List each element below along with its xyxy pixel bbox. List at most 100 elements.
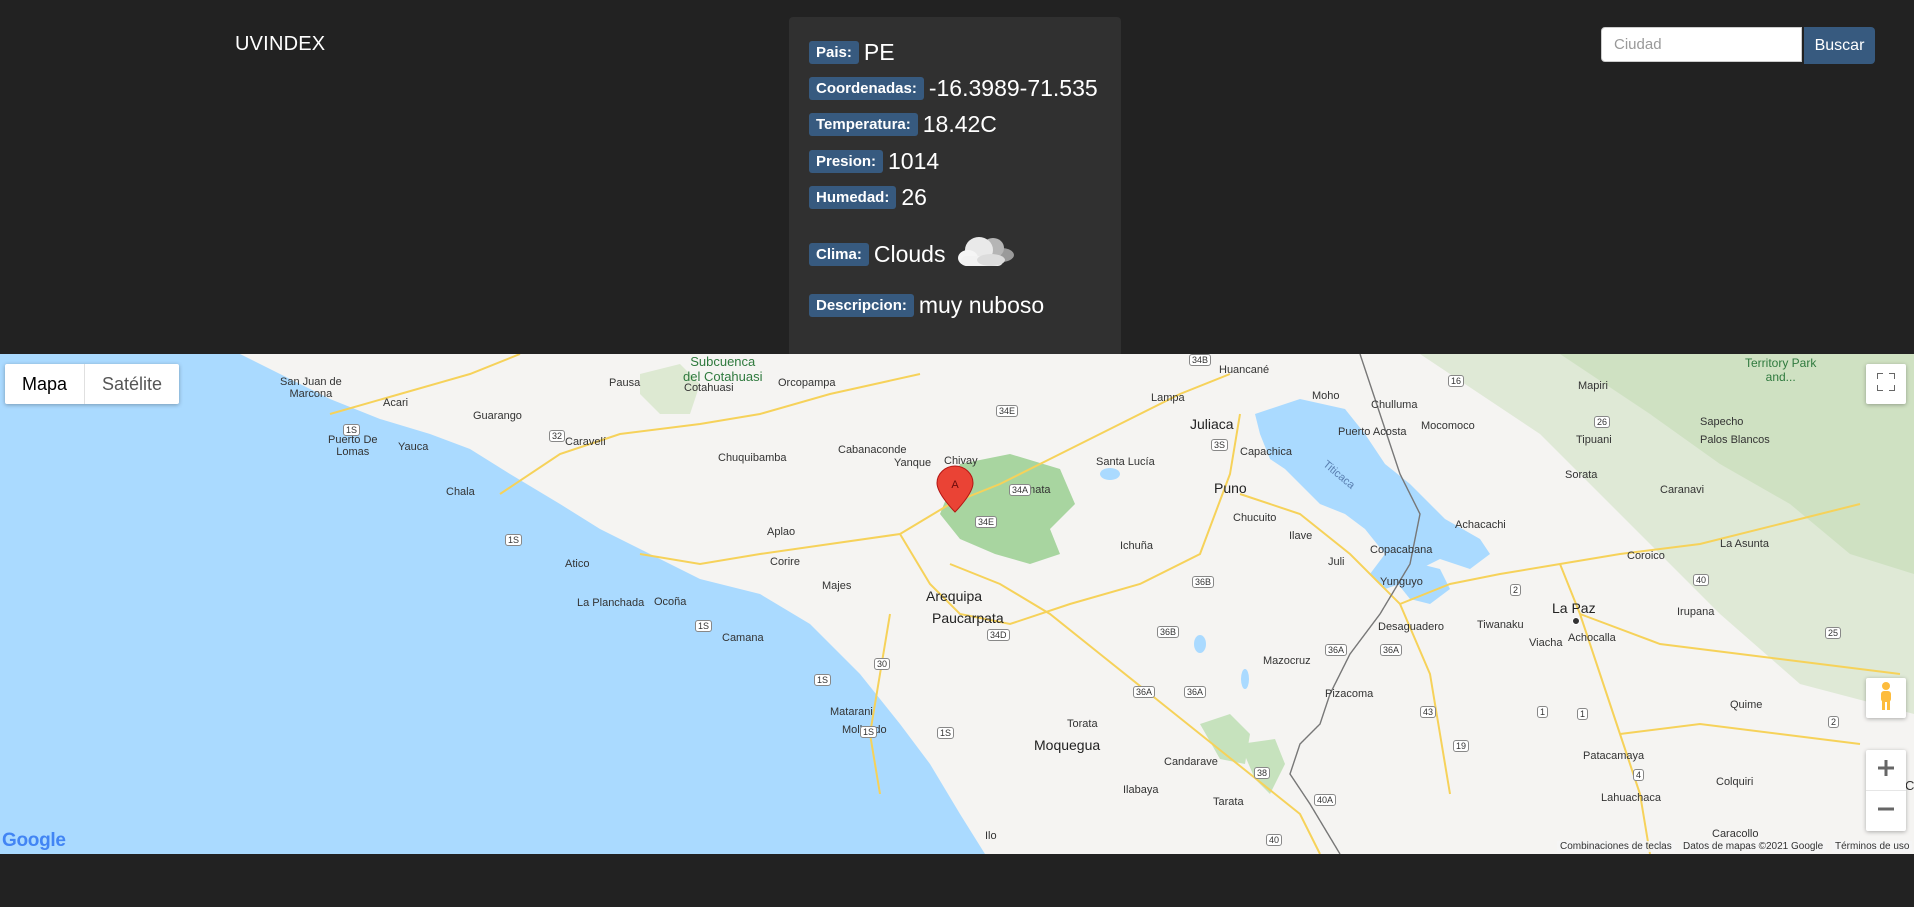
road-shield: 38 [1254,767,1271,779]
brand-title[interactable]: UVINDEX [235,33,325,56]
weather-panel: Pais: PE Coordenadas: -16.3989-71.535 Te… [789,17,1121,357]
search-button[interactable]: Buscar [1804,27,1875,64]
map-view[interactable]: A Arequipa Paucarpata La Paz Puno Juliac… [0,354,1914,854]
place-coroico: Coroico [1627,550,1665,562]
road-shield: 40A [1314,794,1337,806]
place-camana: Camana [722,632,764,644]
place-mapiri: Mapiri [1578,380,1608,392]
place-achacachi: Achacachi [1455,519,1506,531]
road-shield: 3S [1211,439,1229,451]
keyboard-shortcuts-link[interactable]: Combinaciones de teclas [1557,841,1675,852]
place-colquiri: Colquiri [1716,776,1754,788]
place-copacabana: Copacabana [1370,544,1433,556]
place-atico: Atico [565,558,590,570]
place-moquegua: Moquegua [1034,737,1101,753]
place-yanque: Yanque [894,457,932,469]
coordenadas-value: -16.3989-71.535 [928,75,1098,101]
humedad-label: Humedad: [809,186,897,209]
road-shield: 16 [1448,375,1465,387]
map-type-control: Mapa Satélite [5,364,180,404]
zoom-out-button[interactable] [1866,791,1906,831]
place-caracollo: Caracollo [1712,828,1759,840]
road-shield: 36A [1325,644,1348,656]
road-shield: 26 [1594,416,1611,428]
pegman-icon [1878,681,1894,716]
place-capachica: Capachica [1240,446,1292,458]
zoom-in-button[interactable] [1866,750,1906,791]
place-quime: Quime [1730,699,1763,711]
presion-value: 1014 [888,148,940,174]
place-chala: Chala [446,486,475,498]
place-la-asunta: La Asunta [1720,538,1769,550]
place-puerto-de-lomas: Puerto De Lomas [328,434,378,458]
road-shield: 34B [1189,354,1212,366]
clima-row: Clima: Clouds [809,232,1017,277]
map-type-mapa-button[interactable]: Mapa [5,364,86,404]
place-paucarpata: Paucarpata [932,610,1004,626]
road-shield: 34E [975,516,998,528]
road-shield: 36A [1184,686,1207,698]
place-sapecho: Sapecho [1700,416,1744,428]
place-irupana: Irupana [1677,606,1715,618]
street-view-button[interactable] [1866,678,1906,718]
google-logo[interactable]: Google [2,830,66,852]
descripcion-label: Descripcion: [809,294,914,317]
place-caraveli: Caravelí [565,436,606,448]
place-patacamaya: Patacamaya [1583,750,1645,762]
road-shield: 43 [1420,706,1437,718]
place-candarave: Candarave [1164,756,1218,768]
place-chivay: Chivay [944,455,978,467]
road-shield: 34D [987,629,1010,641]
map-type-satellite-button[interactable]: Satélite [85,364,179,404]
road-shield: 1S [505,534,523,546]
clima-label: Clima: [809,243,869,266]
road-shield: 40 [1266,834,1283,846]
place-subcuenca: Subcuenca del Cotahuasi [683,354,763,384]
place-mocomoco: Mocomoco [1421,420,1475,432]
place-majes: Majes [822,580,852,592]
place-san-juan-de-marcona: San Juan de Marcona [280,376,342,400]
place-pizacoma: Pizacoma [1325,688,1374,700]
map-data-attribution: Datos de mapas ©2021 Google [1680,841,1827,852]
place-guarango: Guarango [473,410,522,422]
search-form: Buscar [1601,27,1875,64]
place-ilave: Ilave [1289,530,1313,542]
terms-link[interactable]: Términos de uso [1832,841,1913,852]
place-orcopampa: Orcopampa [778,377,836,389]
place-huancane: Huancané [1219,364,1270,376]
place-territory-park: Territory Park and... [1745,356,1817,384]
clima-value: Clouds [873,241,946,267]
road-shield: 25 [1825,627,1842,639]
zoom-control [1866,750,1906,831]
google-logo-text: Google [2,830,66,851]
temperatura-label: Temperatura: [809,113,918,136]
place-tarata: Tarata [1213,796,1244,808]
place-palos-blancos: Palos Blancos [1700,434,1770,446]
place-chulluma: Chulluma [1371,399,1418,411]
pais-value: PE [863,39,895,65]
place-ichuna: Ichuña [1120,540,1154,552]
place-la-paz: La Paz [1552,600,1596,616]
road-shield: 36A [1133,686,1156,698]
road-shield: 1S [937,727,955,739]
fullscreen-button[interactable] [1866,364,1906,404]
road-shield: 1S [343,424,361,436]
road-shield: 1S [695,620,713,632]
place-ilabaya: Ilabaya [1123,784,1159,796]
road-shield: 4 [1633,769,1645,781]
presion-row: Presion: 1014 [809,148,939,175]
place-moho: Moho [1312,390,1340,402]
city-search-input[interactable] [1601,27,1802,62]
place-santa-lucia: Santa Lucía [1096,456,1155,468]
humedad-value: 26 [901,184,927,210]
place-caranavi: Caranavi [1660,484,1705,496]
place-torata: Torata [1067,718,1098,730]
place-puerto-acosta: Puerto Acosta [1338,426,1407,438]
road-shield: 1S [814,674,832,686]
place-aplao: Aplao [767,526,796,538]
road-shield: 2 [1828,716,1840,728]
pais-label: Pais: [809,41,859,64]
place-yauca: Yauca [398,441,429,453]
temperatura-value: 18.42C [922,111,997,137]
place-sorata: Sorata [1565,469,1598,481]
